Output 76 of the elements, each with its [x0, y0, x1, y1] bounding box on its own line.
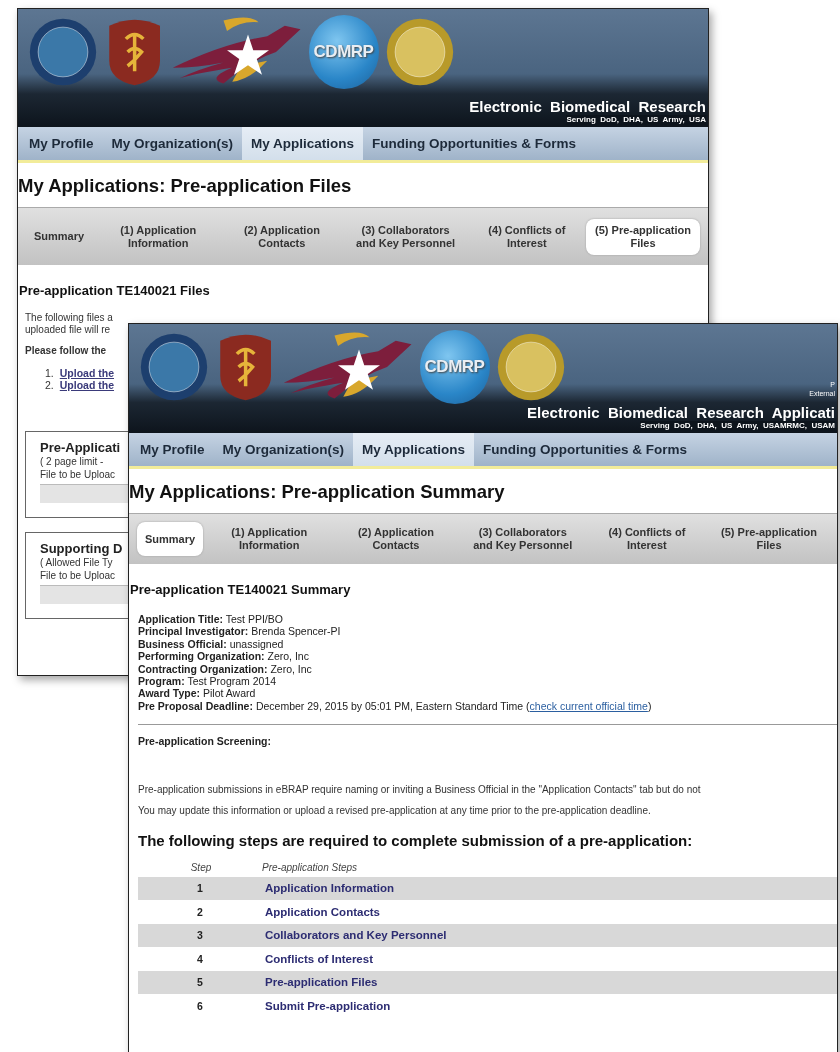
step-tab[interactable]: (3) Collaborators and Key Personnel — [460, 521, 585, 557]
army-seal-icon — [495, 332, 566, 402]
site-title: Electronic Biomedical Research Applicati — [527, 404, 835, 421]
nav-link[interactable]: My Organization(s) — [102, 127, 243, 160]
field-label: File to be Uploac — [40, 570, 117, 582]
step-link[interactable]: Application Information — [265, 882, 395, 895]
panel-note: ( 2 page limit - — [40, 456, 105, 468]
step-tab[interactable]: (3) Collaborators and Key Personnel — [343, 218, 468, 255]
panel-note: ( Allowed File Ty — [40, 557, 114, 569]
file-field[interactable] — [40, 484, 129, 503]
screening-label: Pre-application Screening: — [138, 735, 272, 748]
step-link[interactable]: Pre-application Files — [265, 976, 378, 989]
page-title: My Applications: Pre-application Summary — [129, 480, 506, 504]
intro-text: The following files a — [25, 312, 113, 324]
detail-line: Award Type: Pilot Award — [138, 687, 256, 700]
nav-link[interactable]: My Applications — [242, 127, 364, 160]
step-number: 4 — [197, 952, 203, 965]
nav-link[interactable]: Funding Opportunities & Forms — [474, 433, 697, 466]
step-tab[interactable]: (4) Conflicts of Interest — [588, 521, 706, 557]
step-number: 3 — [197, 929, 203, 942]
step-tab[interactable]: (5) Pre-application Files — [709, 521, 829, 557]
step-link[interactable]: Submit Pre-application — [265, 999, 391, 1012]
site-subtitle: Serving DoD, DHA, US Army, USAMRMC, USAM — [640, 421, 835, 431]
upload-link[interactable]: Upload the — [59, 367, 114, 379]
step-link[interactable]: Application Contacts — [265, 905, 380, 918]
step-tab[interactable]: (1) Application Information — [207, 521, 332, 557]
field-label: File to be Uploac — [40, 469, 117, 481]
step-link[interactable]: Conflicts of Interest — [265, 952, 373, 965]
column-header: Pre-application Steps — [262, 862, 359, 874]
site-subtitle: Serving DoD, DHA, US Army, USA — [566, 115, 706, 125]
page-title: My Applications: Pre-application Files — [18, 174, 353, 198]
site-title: Electronic Biomedical Research — [469, 98, 706, 115]
column-header: Step — [189, 862, 212, 874]
info-paragraph: You may update this information or upload a revised pre-application at any time prior to the pre-application deadline. — [138, 804, 651, 816]
instruction-text: Please follow the — [25, 345, 107, 357]
upload-link[interactable]: Upload the — [59, 379, 114, 391]
list-number: 1. — [45, 367, 54, 379]
nav-link[interactable]: My Profile — [20, 127, 103, 160]
step-tab[interactable]: (1) Application Information — [96, 218, 221, 255]
step-number: 6 — [197, 999, 203, 1012]
detail-line: Contracting Organization: Zero, Inc — [138, 662, 312, 676]
step-tab[interactable]: Summary — [137, 522, 204, 556]
army-seal-icon — [384, 17, 455, 87]
section-heading: Pre-application TE140021 Summary — [130, 582, 352, 597]
detail-line: Business Official: unassigned — [138, 637, 284, 651]
cdmrp-logo: CDMRP — [419, 330, 490, 404]
detail-line: Program: Test Program 2014 — [138, 675, 277, 688]
detail-line: Pre Proposal Deadline: December 29, 2015 by 05:01 PM, Eastern Standard Time (check current official time) — [138, 699, 652, 713]
official-time-link[interactable]: check current official time — [529, 699, 648, 712]
panel-title: Supporting D — [40, 541, 124, 556]
step-tab[interactable]: (4) Conflicts of Interest — [471, 218, 583, 255]
nav-link[interactable]: My Profile — [131, 433, 214, 466]
eagle-seal-icon — [139, 332, 209, 402]
step-tab[interactable]: (2) Application Contacts — [335, 521, 457, 557]
intro-text: uploaded file will re — [25, 324, 111, 336]
detail-line: Performing Organization: Zero, Inc — [138, 650, 309, 663]
section-heading: Pre-application TE140021 Files — [19, 283, 211, 298]
step-number: 5 — [197, 976, 203, 989]
cdmrp-logo: CDMRP — [308, 15, 379, 89]
list-number: 2. — [45, 379, 54, 391]
step-tab[interactable]: (5) Pre-application Files — [586, 218, 700, 255]
detail-line: Application Title: Test PPI/BO — [138, 613, 283, 626]
nav-link[interactable]: My Organization(s) — [213, 433, 354, 466]
file-field[interactable] — [40, 585, 129, 604]
step-link[interactable]: Collaborators and Key Personnel — [265, 929, 447, 942]
eagle-seal-icon — [28, 17, 98, 87]
panel-title: Pre-Applicati — [40, 440, 122, 455]
info-paragraph: Pre-application submissions in eBRAP require naming or inviting a Business Official in the "Application Contacts" tab but do not — [138, 783, 701, 795]
step-tab[interactable]: (2) Application Contacts — [224, 218, 340, 255]
step-tab[interactable]: Summary — [26, 219, 93, 254]
step-number: 2 — [197, 905, 203, 918]
step-number: 1 — [197, 882, 203, 895]
nav-link[interactable]: My Applications — [353, 433, 475, 466]
nav-link[interactable]: Funding Opportunities & Forms — [363, 127, 586, 160]
steps-heading: The following steps are required to complete submission of a pre-application: — [138, 831, 694, 849]
detail-line: Principal Investigator: Brenda Spencer-PI — [138, 625, 341, 638]
